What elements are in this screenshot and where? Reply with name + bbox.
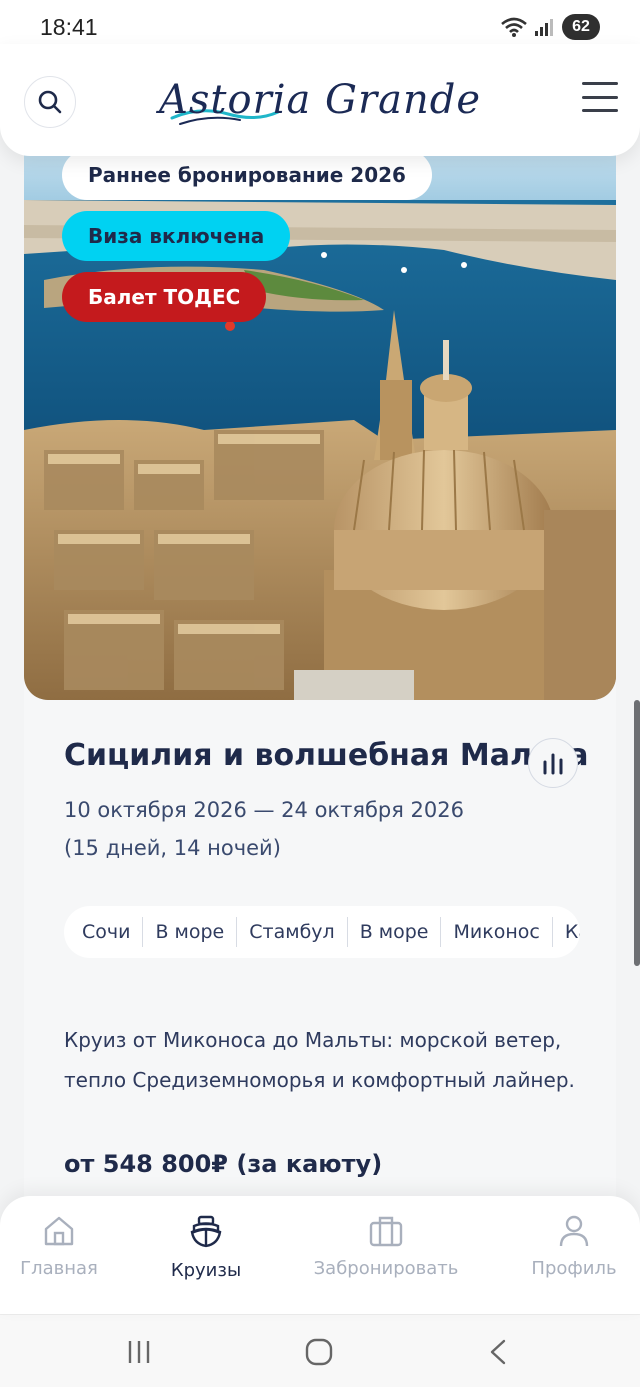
- cruise-price: от 548 800₽ (за каюту): [64, 1150, 383, 1178]
- route-port: Миконос: [441, 917, 553, 947]
- menu-icon-line: [582, 82, 618, 85]
- logo-text: Astoria Grande: [159, 77, 482, 123]
- stats-icon: [543, 753, 563, 775]
- menu-icon-line: [582, 109, 618, 112]
- nav-home-label: Главная: [20, 1258, 98, 1279]
- route-port: Сочи: [82, 917, 144, 947]
- ship-icon: [190, 1215, 222, 1248]
- status-time: 18:41: [40, 14, 98, 40]
- suitcase-icon: [369, 1216, 403, 1247]
- cruise-image[interactable]: Раннее бронирование 2026 Виза включена Б…: [24, 130, 616, 700]
- compare-button[interactable]: [528, 738, 578, 788]
- status-icons: 62: [500, 14, 600, 40]
- nav-profile[interactable]: Профиль: [531, 1214, 617, 1279]
- nav-profile-label: Профиль: [531, 1258, 617, 1279]
- menu-icon-line: [582, 95, 618, 99]
- back-icon[interactable]: [484, 1337, 514, 1367]
- battery-indicator: 62: [562, 14, 600, 40]
- route-port: В море: [348, 917, 442, 947]
- brand-logo[interactable]: Astoria Grande: [159, 68, 480, 132]
- route-port: Ка: [564, 921, 580, 943]
- signal-icon: [535, 19, 553, 36]
- scrollbar-thumb[interactable]: [634, 700, 640, 966]
- badge-early-booking: Раннее бронирование 2026: [62, 150, 432, 200]
- home-button-icon[interactable]: [304, 1337, 334, 1367]
- search-button[interactable]: [24, 76, 76, 128]
- nav-home[interactable]: Главная: [20, 1214, 98, 1279]
- nav-booking-label: Забронировать: [313, 1258, 459, 1279]
- cruise-title[interactable]: Сицилия и волшебная Мальта: [64, 738, 589, 773]
- system-navigation-bar: [0, 1314, 640, 1387]
- cruise-dates: 10 октября 2026 — 24 октября 2026: [64, 798, 465, 822]
- nav-cruises-label: Круизы: [170, 1260, 242, 1281]
- route-ports[interactable]: Сочи В море Стамбул В море Миконос Ка: [64, 906, 580, 958]
- nav-booking[interactable]: Забронировать: [313, 1214, 459, 1279]
- home-icon: [44, 1216, 74, 1246]
- route-port: Стамбул: [237, 917, 348, 947]
- cruise-duration: (15 дней, 14 ночей): [64, 836, 281, 860]
- app-header: Astoria Grande: [0, 44, 640, 156]
- cruise-description: Круиз от Миконоса до Мальты: морской вет…: [64, 1028, 575, 1092]
- nav-cruises[interactable]: Круизы: [164, 1214, 248, 1281]
- search-icon: [38, 90, 62, 114]
- cruise-card[interactable]: Раннее бронирование 2026 Виза включена Б…: [24, 130, 616, 1220]
- bottom-navigation: Главная Круизы Забронировать Профиль: [0, 1196, 640, 1314]
- badge-visa-included: Виза включена: [62, 211, 291, 261]
- badge-ballet: Балет ТОДЕС: [62, 272, 267, 322]
- route-port: В море: [143, 917, 238, 947]
- wifi-icon: [501, 17, 527, 37]
- profile-icon: [559, 1215, 589, 1247]
- menu-button[interactable]: [582, 82, 618, 112]
- recent-apps-icon[interactable]: [124, 1337, 154, 1367]
